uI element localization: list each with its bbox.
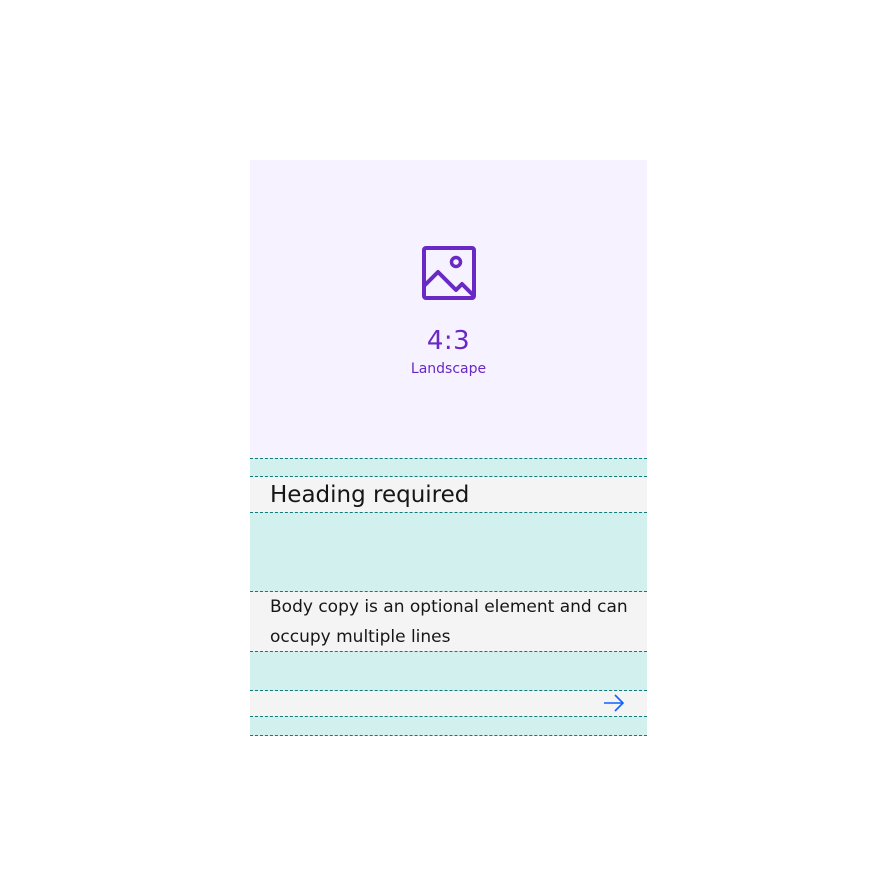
spacer-body-action (250, 651, 647, 691)
spacer-heading-body (250, 512, 647, 592)
spacer-bottom (250, 716, 647, 736)
card[interactable]: 4:3 Landscape Heading required Body copy… (250, 160, 647, 736)
spacer-top (250, 458, 647, 477)
image-icon (422, 246, 476, 300)
card-body-copy: Body copy is an optional element and can… (270, 597, 628, 647)
orientation-label: Landscape (410, 361, 487, 377)
media-placeholder: 4:3 Landscape (250, 160, 647, 458)
arrow-right-icon[interactable] (603, 693, 625, 713)
card-heading: Heading required (270, 482, 470, 508)
aspect-ratio-label: 4:3 (426, 326, 471, 356)
